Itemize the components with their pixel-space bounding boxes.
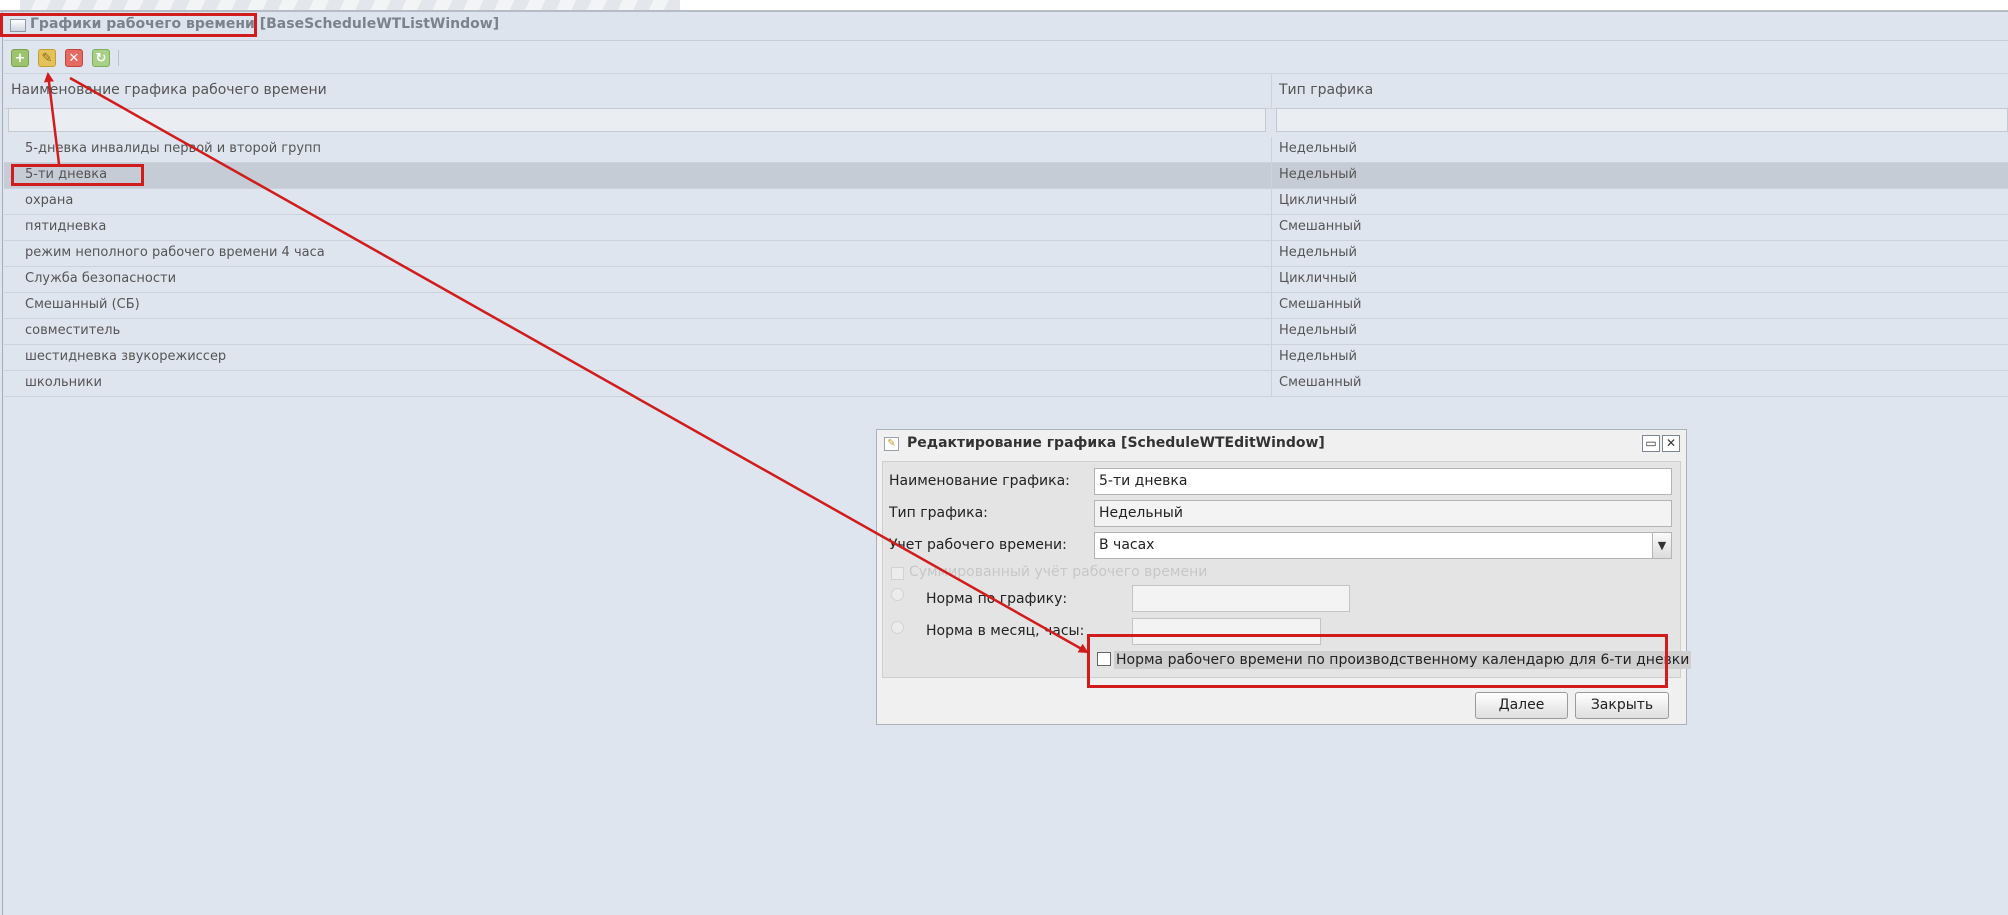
arrow-row-to-edit — [44, 72, 61, 165]
arrow-edit-to-checkbox — [69, 76, 1089, 654]
annotation-arrows — [44, 72, 1089, 654]
